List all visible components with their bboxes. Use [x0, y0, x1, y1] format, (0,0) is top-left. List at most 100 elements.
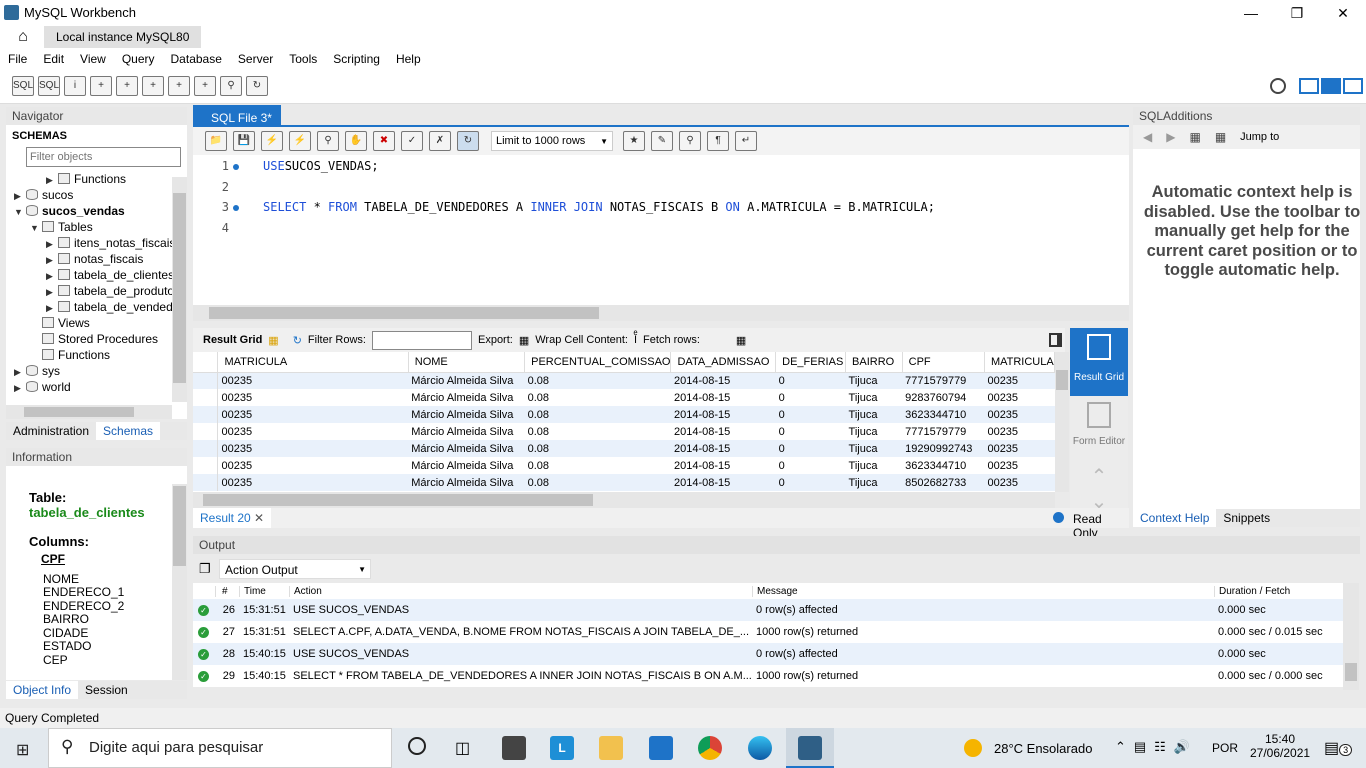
windows-start-icon[interactable]: ⊞: [16, 740, 29, 760]
wrap-cell-icon[interactable]: Iͤ: [634, 334, 637, 346]
tree-item[interactable]: ▶ itens_notas_fiscais: [10, 235, 172, 251]
grid-cell[interactable]: 00235: [984, 406, 1055, 423]
column-header[interactable]: BAIRRO: [845, 352, 903, 373]
column-header[interactable]: NOME: [408, 352, 526, 373]
mysql-workbench-taskbar-button[interactable]: [786, 728, 834, 768]
tree-item[interactable]: ▶ world: [10, 379, 172, 392]
menu-tools[interactable]: Tools: [281, 48, 325, 70]
row-header[interactable]: [193, 372, 219, 389]
grid-cell[interactable]: 00235: [217, 406, 409, 423]
tree-item[interactable]: Stored Procedures: [10, 331, 172, 347]
close-tab-icon[interactable]: ✕: [254, 511, 264, 525]
row-header[interactable]: [193, 423, 219, 440]
create-table-icon[interactable]: +: [116, 76, 138, 96]
more-chevron-icon[interactable]: ⌃ ⌄: [1070, 464, 1128, 514]
expand-arrow-icon[interactable]: ▶: [46, 236, 58, 251]
tray-icons[interactable]: ⌃▤☷🔊: [1115, 739, 1198, 755]
app-l-icon[interactable]: L: [550, 736, 574, 760]
autocommit-icon[interactable]: ↻: [457, 131, 479, 151]
grid-cell[interactable]: Márcio Almeida Silva: [408, 474, 525, 491]
grid-cell[interactable]: 0: [775, 474, 846, 491]
output-type-select[interactable]: Action Output ▼: [219, 559, 371, 579]
expand-arrow-icon[interactable]: ▶: [46, 252, 58, 267]
expand-arrow-icon[interactable]: ▶: [46, 172, 58, 187]
grid-cell[interactable]: Tijuca: [845, 406, 903, 423]
editor-horizontal-scrollbar[interactable]: [193, 305, 1129, 321]
grid-cell[interactable]: 8502682733: [902, 474, 985, 491]
table-row[interactable]: 00235 Márcio Almeida Silva 0.08 2014-08-15 0…: [193, 457, 1055, 474]
open-file-icon[interactable]: 📁: [205, 131, 227, 151]
notifications-icon[interactable]: ▤ 3: [1324, 738, 1353, 758]
execute-current-icon[interactable]: ⚡: [289, 131, 311, 151]
grid-cell[interactable]: Márcio Almeida Silva: [408, 440, 525, 457]
result-grid-button[interactable]: Result Grid: [1070, 328, 1128, 396]
grid-cell[interactable]: 0.08: [524, 440, 671, 457]
grid-cell[interactable]: 00235: [984, 457, 1054, 474]
grid-vertical-scrollbar[interactable]: [1055, 352, 1069, 492]
save-icon[interactable]: 💾: [233, 131, 255, 151]
reconnect-icon[interactable]: ↻: [246, 76, 268, 96]
row-header[interactable]: [193, 457, 219, 474]
forward-icon[interactable]: ▶: [1166, 130, 1175, 144]
form-editor-button[interactable]: Form Editor: [1070, 396, 1128, 464]
new-sql-tab-icon[interactable]: SQL: [12, 76, 34, 96]
filter-objects-input[interactable]: [26, 147, 181, 167]
row-header[interactable]: [193, 440, 219, 457]
create-view-icon[interactable]: +: [142, 76, 164, 96]
grid-cell[interactable]: 0.08: [525, 423, 671, 440]
grid-cell[interactable]: 0.08: [524, 406, 671, 423]
result-grid[interactable]: MATRICULA NOME PERCENTUAL_COMISSAO DATA_ADM…: [193, 352, 1055, 492]
output-scrollbar[interactable]: [1343, 583, 1359, 690]
language-indicator[interactable]: POR: [1212, 741, 1238, 755]
expand-arrow-icon[interactable]: ▶: [46, 284, 58, 299]
output-column-header[interactable]: Duration / Fetch: [1214, 585, 1326, 597]
grid-horizontal-scrollbar[interactable]: [193, 492, 1055, 508]
grid-cell[interactable]: 00235: [984, 389, 1054, 406]
grid-cell[interactable]: 0: [776, 457, 846, 474]
menu-scripting[interactable]: Scripting: [325, 48, 388, 70]
inspector-icon[interactable]: i: [64, 76, 86, 96]
refresh-icon[interactable]: ↻: [293, 334, 302, 347]
grid-cell[interactable]: 2014-08-15: [670, 474, 776, 491]
grid-cell[interactable]: 00235: [984, 372, 1055, 389]
tab-context-help[interactable]: Context Help: [1133, 509, 1217, 527]
tab-object-info[interactable]: Object Info: [6, 681, 79, 699]
weather-text[interactable]: 28°C Ensolarado: [994, 741, 1092, 756]
expand-arrow-icon[interactable]: ▶: [14, 188, 26, 203]
export-icon[interactable]: ▦: [519, 334, 529, 347]
store-icon[interactable]: [502, 736, 526, 760]
row-header[interactable]: [193, 389, 219, 406]
toggle-output-icon[interactable]: [1321, 78, 1341, 94]
limit-rows-select[interactable]: Limit to 1000 rows ▼: [491, 131, 613, 151]
grid-cell[interactable]: Tijuca: [846, 389, 903, 406]
settings-icon[interactable]: [1270, 78, 1286, 94]
grid-cell[interactable]: 00235: [218, 457, 408, 474]
search-table-icon[interactable]: ⚲: [220, 76, 242, 96]
column-header[interactable]: MATRICULA: [217, 352, 409, 373]
grid-cell[interactable]: 19290992743: [902, 440, 985, 457]
grid-cell[interactable]: 3623344710: [902, 457, 984, 474]
filter-rows-input[interactable]: [371, 330, 472, 350]
menu-query[interactable]: Query: [114, 48, 163, 70]
create-procedure-icon[interactable]: +: [168, 76, 190, 96]
grid-cell[interactable]: 00235: [218, 423, 408, 440]
stop-icon[interactable]: ✋: [345, 131, 367, 151]
menu-help[interactable]: Help: [388, 48, 429, 70]
cortana-icon[interactable]: [408, 737, 426, 755]
grid-cell[interactable]: 0: [775, 440, 846, 457]
output-row[interactable]: ✓ 28 15:40:15 USE SUCOS_VENDAS 0 row(s) affe…: [193, 643, 1343, 665]
manual-help-icon[interactable]: ▦: [1189, 130, 1200, 144]
grid-cell[interactable]: 00235: [984, 474, 1055, 491]
expand-arrow-icon[interactable]: ▼: [14, 204, 26, 219]
info-scrollbar[interactable]: [172, 484, 187, 680]
tree-vertical-scrollbar[interactable]: [172, 177, 187, 402]
tree-item[interactable]: ▼ sucos_vendas: [10, 203, 172, 219]
grid-cell[interactable]: Tijuca: [846, 423, 903, 440]
execute-icon[interactable]: ⚡: [261, 131, 283, 151]
grid-cell[interactable]: 2014-08-15: [670, 440, 776, 457]
grid-cell[interactable]: Márcio Almeida Silva: [408, 389, 524, 406]
row-header[interactable]: [193, 474, 219, 491]
grid-cell[interactable]: 9283760794: [902, 389, 984, 406]
result-tab[interactable]: Result 20 ✕: [193, 508, 272, 528]
grid-cell[interactable]: Tijuca: [845, 474, 903, 491]
